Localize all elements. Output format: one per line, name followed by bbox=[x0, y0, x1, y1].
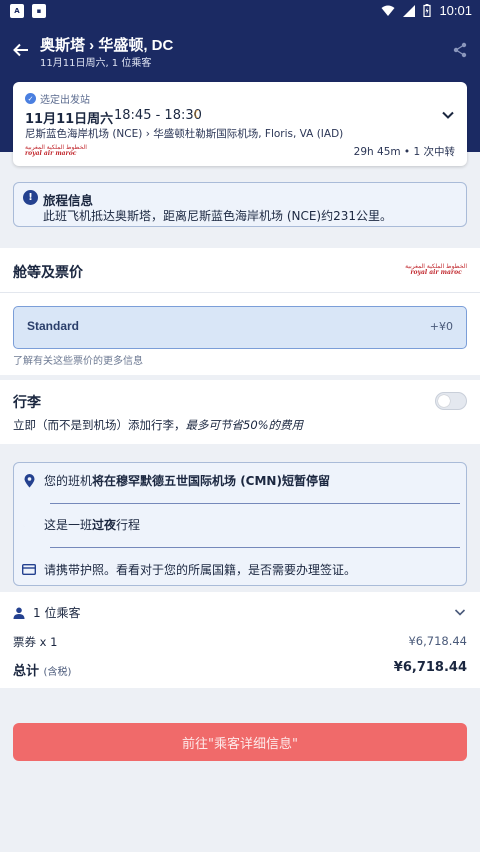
app-a-icon: A bbox=[10, 4, 24, 18]
divider bbox=[50, 547, 460, 548]
divider bbox=[50, 503, 460, 504]
airline-logo: الخطوط الملكية المغربية royal air maroc bbox=[405, 263, 467, 276]
passenger-count-row[interactable]: 1 位乘客 bbox=[13, 604, 80, 621]
check-circle-icon: ✓ bbox=[25, 93, 36, 104]
chip-label: 选定出发站 bbox=[40, 95, 90, 106]
moon-icon: ☾ bbox=[193, 108, 203, 121]
flight-route: 尼斯蓝色海岸机场 (NCE) › 华盛顿杜勒斯国际机场, Floris, VA … bbox=[25, 128, 344, 140]
info-icon: ! bbox=[23, 190, 38, 205]
app-bar: 奥斯塔 › 华盛顿, DC 11月11日周六, 1 位乘客 bbox=[0, 24, 480, 82]
location-pin-icon bbox=[22, 473, 36, 488]
learn-more-link[interactable]: 了解有关这些票价的更多信息 bbox=[13, 352, 143, 367]
person-icon bbox=[13, 607, 25, 619]
flight-times: 18:45 - 18:30 bbox=[114, 108, 202, 123]
baggage-header: 行李 bbox=[13, 395, 41, 411]
flight-card[interactable]: ✓ 选定出发站 11月11日周六 18:45 - 18:30 ☾ 尼斯蓝色海岸机… bbox=[13, 82, 467, 166]
fare-option-price: +¥0 bbox=[429, 320, 453, 333]
fare-header: 舱等及票价 bbox=[13, 265, 83, 281]
chevron-down-icon[interactable] bbox=[441, 108, 455, 122]
stopover-notice: 您的班机将在穆罕默德五世国际机场 (CMN)短暂停留 bbox=[22, 472, 460, 489]
flight-date: 11月11日周六 bbox=[25, 112, 114, 127]
wifi-icon bbox=[381, 5, 395, 16]
fare-option-standard[interactable]: Standard +¥0 bbox=[13, 306, 467, 349]
status-bar: A ▪ 10:01 bbox=[0, 0, 480, 24]
baggage-text: 立即（而不是到机场）添加行李，最多可节省50%的费用 bbox=[13, 418, 304, 432]
chevron-down-icon[interactable] bbox=[454, 606, 466, 618]
baggage-section: 行李 立即（而不是到机场）添加行李，最多可节省50%的费用 bbox=[0, 380, 480, 444]
ticket-label: 票券 x 1 bbox=[13, 635, 58, 649]
passport-card-icon bbox=[22, 563, 36, 577]
share-icon[interactable] bbox=[452, 42, 468, 58]
fare-section: 舱等及票价 الخطوط الملكية المغربية royal air … bbox=[0, 248, 480, 375]
total-value: ¥6,718.44 bbox=[393, 660, 467, 675]
fare-option-name: Standard bbox=[27, 319, 80, 333]
price-summary: 1 位乘客 票券 x 1 ¥6,718.44 总计 (含税) ¥6,718.44 bbox=[0, 592, 480, 688]
status-time: 10:01 bbox=[439, 3, 472, 18]
flight-duration: 29h 45m • 1 次中转 bbox=[353, 146, 455, 158]
signal-icon bbox=[403, 4, 416, 17]
baggage-toggle[interactable] bbox=[435, 392, 467, 410]
selected-departure-chip: ✓ 选定出发站 bbox=[25, 91, 90, 106]
passenger-count: 1 位乘客 bbox=[33, 606, 81, 620]
ticket-value: ¥6,718.44 bbox=[408, 634, 467, 648]
page-subtitle: 11月11日周六, 1 位乘客 bbox=[40, 58, 152, 69]
back-arrow-icon[interactable] bbox=[12, 41, 30, 59]
app-notification-icon: ▪ bbox=[32, 4, 46, 18]
itinerary-info-box: ! 旅程信息 此班飞机抵达奥斯塔，距离尼斯蓝色海岸机场 (NCE)约231公里。 bbox=[13, 182, 467, 227]
overnight-notice: 这是一班过夜行程 bbox=[22, 516, 460, 533]
continue-to-passenger-details-button[interactable]: 前往"乘客详细信息" bbox=[13, 723, 467, 761]
divider bbox=[0, 292, 480, 293]
passport-notice: 请携带护照。看看对于您的所属国籍，是否需要办理签证。 bbox=[22, 561, 460, 578]
notices-box: 您的班机将在穆罕默德五世国际机场 (CMN)短暂停留 这是一班过夜行程 请携带护… bbox=[13, 462, 467, 586]
airline-logo: الخطوط الملكية المغربية royal air maroc bbox=[25, 144, 87, 157]
page-title: 奥斯塔 › 华盛顿, DC bbox=[40, 37, 174, 54]
battery-icon bbox=[423, 4, 432, 17]
itinerary-info-text: 此班飞机抵达奥斯塔，距离尼斯蓝色海岸机场 (NCE)约231公里。 bbox=[43, 209, 393, 223]
moon-icon bbox=[22, 518, 36, 532]
total-label: 总计 (含税) bbox=[13, 664, 72, 679]
